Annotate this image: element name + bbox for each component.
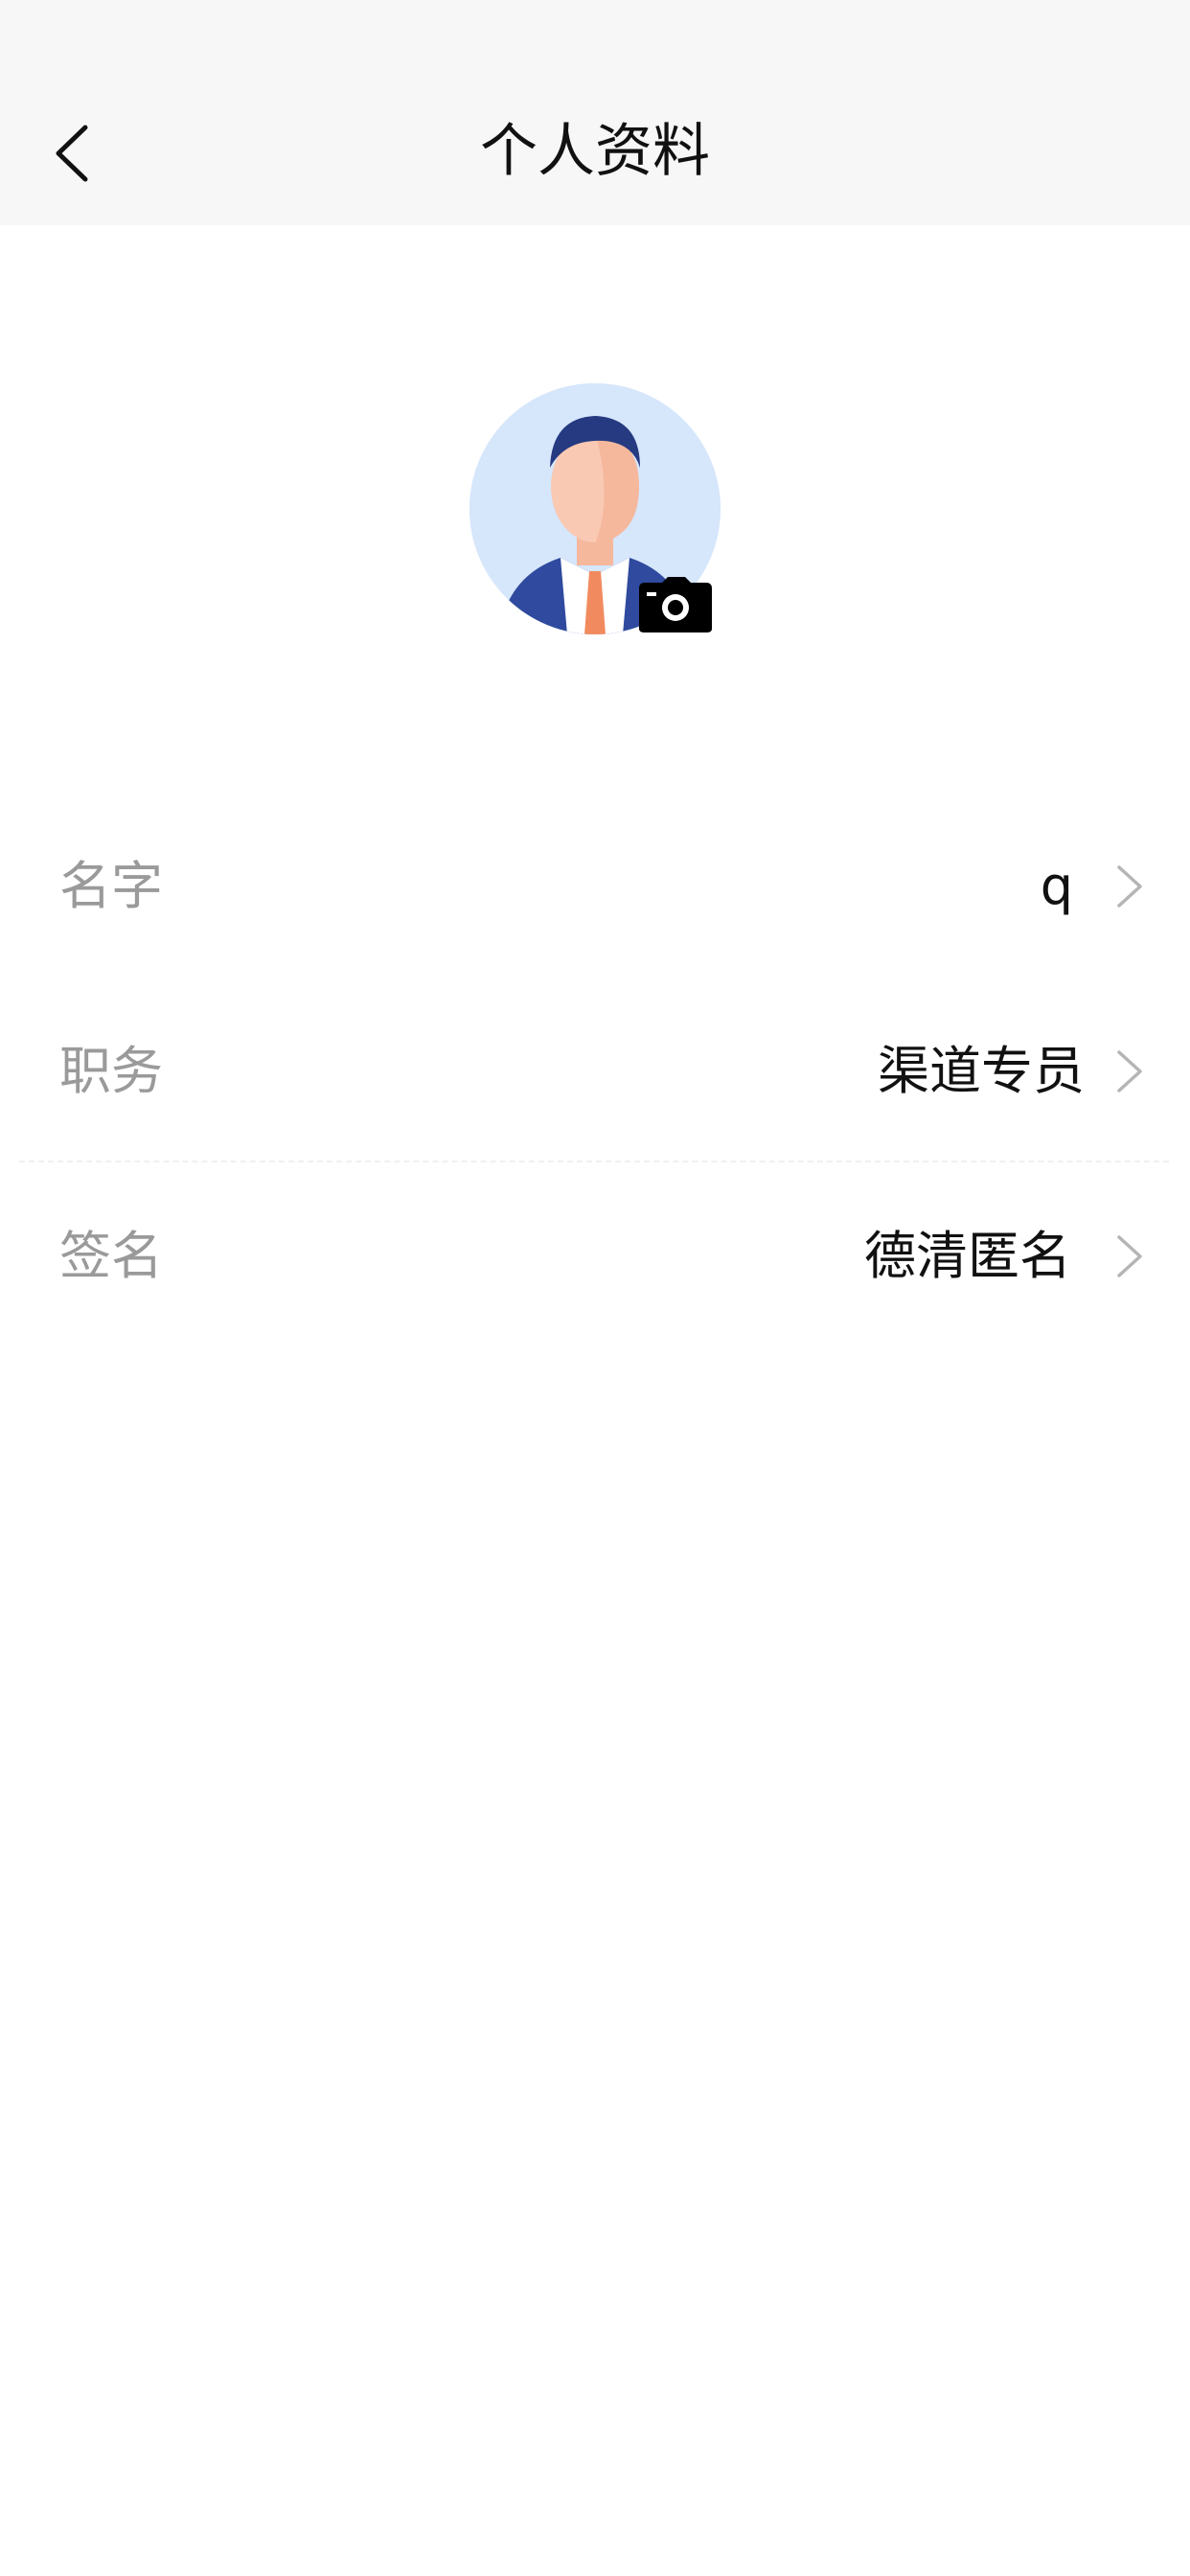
camera-icon: [637, 575, 714, 634]
profile-page: 个人资料 名字 q 职务 渠道专员 签名 德清匿名: [0, 0, 1190, 2576]
row-value: 渠道专员: [878, 1041, 1085, 1101]
profile-row-signature[interactable]: 签名 德清匿名: [0, 1180, 1190, 1333]
navigation-bar: 个人资料: [0, 0, 1190, 225]
row-label: 职务: [59, 1041, 163, 1101]
row-label: 名字: [59, 856, 163, 916]
chevron-right-icon: [1117, 1235, 1142, 1277]
profile-row-name[interactable]: 名字 q: [0, 810, 1190, 963]
row-value: 德清匿名: [864, 1226, 1071, 1286]
avatar-upload[interactable]: [469, 383, 721, 634]
chevron-right-icon: [1117, 1050, 1142, 1092]
page-title: 个人资料: [480, 118, 710, 185]
profile-row-title[interactable]: 职务 渠道专员: [0, 995, 1190, 1148]
row-value: q: [1040, 856, 1073, 916]
chevron-right-icon: [1117, 865, 1142, 908]
row-label: 签名: [59, 1226, 163, 1286]
row-divider: [19, 1161, 1169, 1162]
